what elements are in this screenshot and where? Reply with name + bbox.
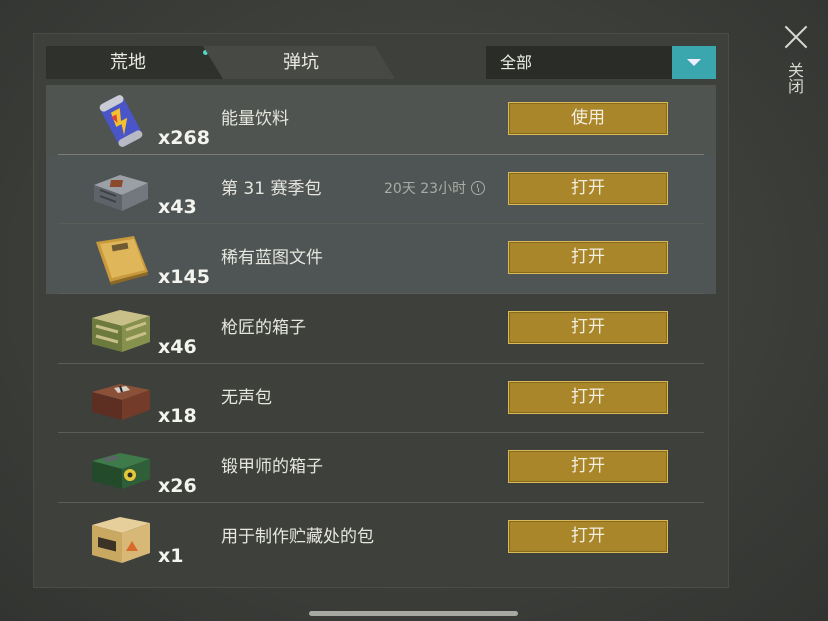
timer-text: 20天 23小时 xyxy=(384,180,467,197)
item-list[interactable]: x268 能量饮料 使用 x43 第 31 赛季包 20天 23小时 打开 x1… xyxy=(46,85,716,573)
filter-dropdown[interactable]: 全部 xyxy=(486,46,716,79)
dropdown-toggle-button[interactable] xyxy=(672,46,716,79)
tab-label: 弹坑 xyxy=(283,52,319,73)
list-item: x1 用于制作贮藏处的包 打开 xyxy=(46,503,716,573)
open-button[interactable]: 打开 xyxy=(508,450,668,484)
list-item: x43 第 31 赛季包 20天 23小时 打开 xyxy=(46,154,716,225)
open-button[interactable]: 打开 xyxy=(508,380,668,414)
stash-pack-box-icon xyxy=(92,517,150,564)
energy-drink-can-icon xyxy=(99,95,143,147)
gunsmith-crate-icon xyxy=(92,310,150,353)
close-label[interactable]: 关闭 xyxy=(785,62,806,94)
item-name: 第 31 赛季包 xyxy=(221,178,322,199)
filter-value: 全部 xyxy=(500,53,533,72)
list-item: x26 锻甲师的箱子 打开 xyxy=(46,433,716,504)
list-item: x46 枪匠的箱子 打开 xyxy=(46,294,716,364)
list-item: x18 无声包 打开 xyxy=(46,364,716,434)
item-quantity: x46 xyxy=(158,335,197,358)
armorer-crate-icon xyxy=(92,453,150,490)
use-button[interactable]: 使用 xyxy=(508,102,668,135)
item-quantity: x26 xyxy=(158,475,197,498)
inventory-panel: 荒地 弹坑 全部 x268 能量饮料 使用 x43 第 31 赛季包 20天 2… xyxy=(33,33,729,588)
tab-crater[interactable]: 弹坑 xyxy=(203,46,395,79)
list-item: x268 能量饮料 使用 xyxy=(46,85,716,155)
item-quantity: x43 xyxy=(158,196,197,219)
item-name: 能量饮料 xyxy=(221,109,289,129)
tab-label: 荒地 xyxy=(110,52,146,73)
silent-pack-box-icon xyxy=(92,383,150,420)
item-name: 无声包 xyxy=(221,387,272,408)
item-name: 稀有蓝图文件 xyxy=(221,248,323,269)
home-indicator[interactable] xyxy=(309,611,518,616)
item-name: 枪匠的箱子 xyxy=(221,318,306,339)
close-icon[interactable] xyxy=(783,24,809,50)
item-name: 用于制作贮藏处的包 xyxy=(221,527,374,548)
blueprint-folder-icon xyxy=(96,236,148,286)
expiry-timer: 20天 23小时 xyxy=(384,155,486,224)
item-name: 锻甲师的箱子 xyxy=(221,457,323,478)
open-button[interactable]: 打开 xyxy=(508,241,668,275)
season-pack-case-icon xyxy=(94,174,148,211)
tab-wasteland[interactable]: 荒地 xyxy=(46,46,226,79)
item-quantity: x1 xyxy=(158,544,184,567)
open-button[interactable]: 打开 xyxy=(508,520,668,554)
open-button[interactable]: 打开 xyxy=(508,171,668,205)
item-quantity: x18 xyxy=(158,405,197,428)
item-quantity: x145 xyxy=(158,266,210,289)
clock-icon xyxy=(471,180,486,195)
caret-down-icon xyxy=(687,59,701,66)
item-quantity: x268 xyxy=(158,126,210,149)
open-button[interactable]: 打开 xyxy=(508,311,668,345)
list-item: x145 稀有蓝图文件 打开 xyxy=(46,224,716,295)
